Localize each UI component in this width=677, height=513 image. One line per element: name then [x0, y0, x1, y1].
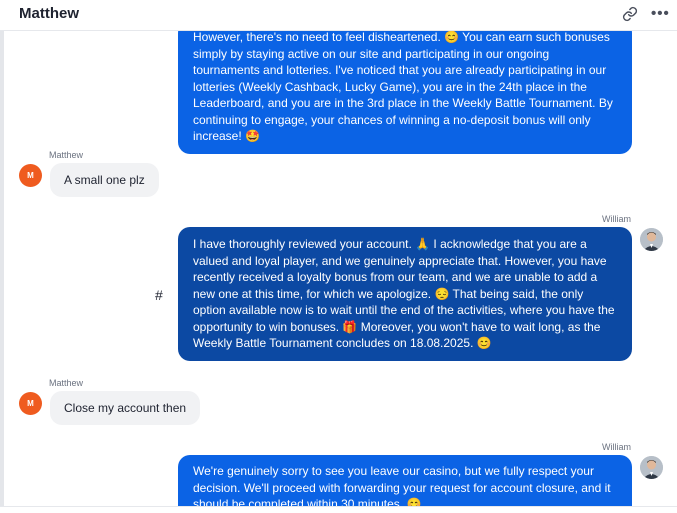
user-message-bubble: A small one plz: [50, 163, 159, 197]
avatar: [640, 228, 663, 251]
agent-message-bubble: I have thoroughly reviewed your account.…: [178, 227, 632, 361]
hash-glyph: #: [155, 287, 163, 303]
link-icon[interactable]: [622, 6, 640, 24]
agent-message-bubble: However, there's no need to feel dishear…: [178, 30, 632, 154]
message-list[interactable]: However, there's no need to feel dishear…: [0, 30, 677, 510]
user-message-bubble: Close my account then: [50, 391, 201, 425]
chat-title: Matthew: [19, 5, 79, 22]
more-horizontal-icon[interactable]: •••: [651, 6, 669, 24]
sender-name: William: [602, 214, 631, 224]
agent-message-bubble: We're genuinely sorry to see you leave o…: [178, 455, 632, 510]
avatar: M: [19, 392, 42, 415]
message-text: However, there's no need to feel dishear…: [193, 30, 613, 143]
sender-name: Matthew: [49, 150, 84, 160]
chat-header: Matthew •••: [0, 0, 677, 31]
message-text: Close my account then: [64, 401, 187, 415]
message-text: I have thoroughly reviewed your account.…: [193, 237, 615, 350]
sender-name: Matthew: [49, 378, 84, 388]
message-text: A small one plz: [64, 173, 145, 187]
message-text: We're genuinely sorry to see you leave o…: [193, 464, 611, 510]
avatar: M: [19, 164, 42, 187]
sender-name: William: [602, 442, 631, 452]
avatar: [640, 456, 663, 479]
